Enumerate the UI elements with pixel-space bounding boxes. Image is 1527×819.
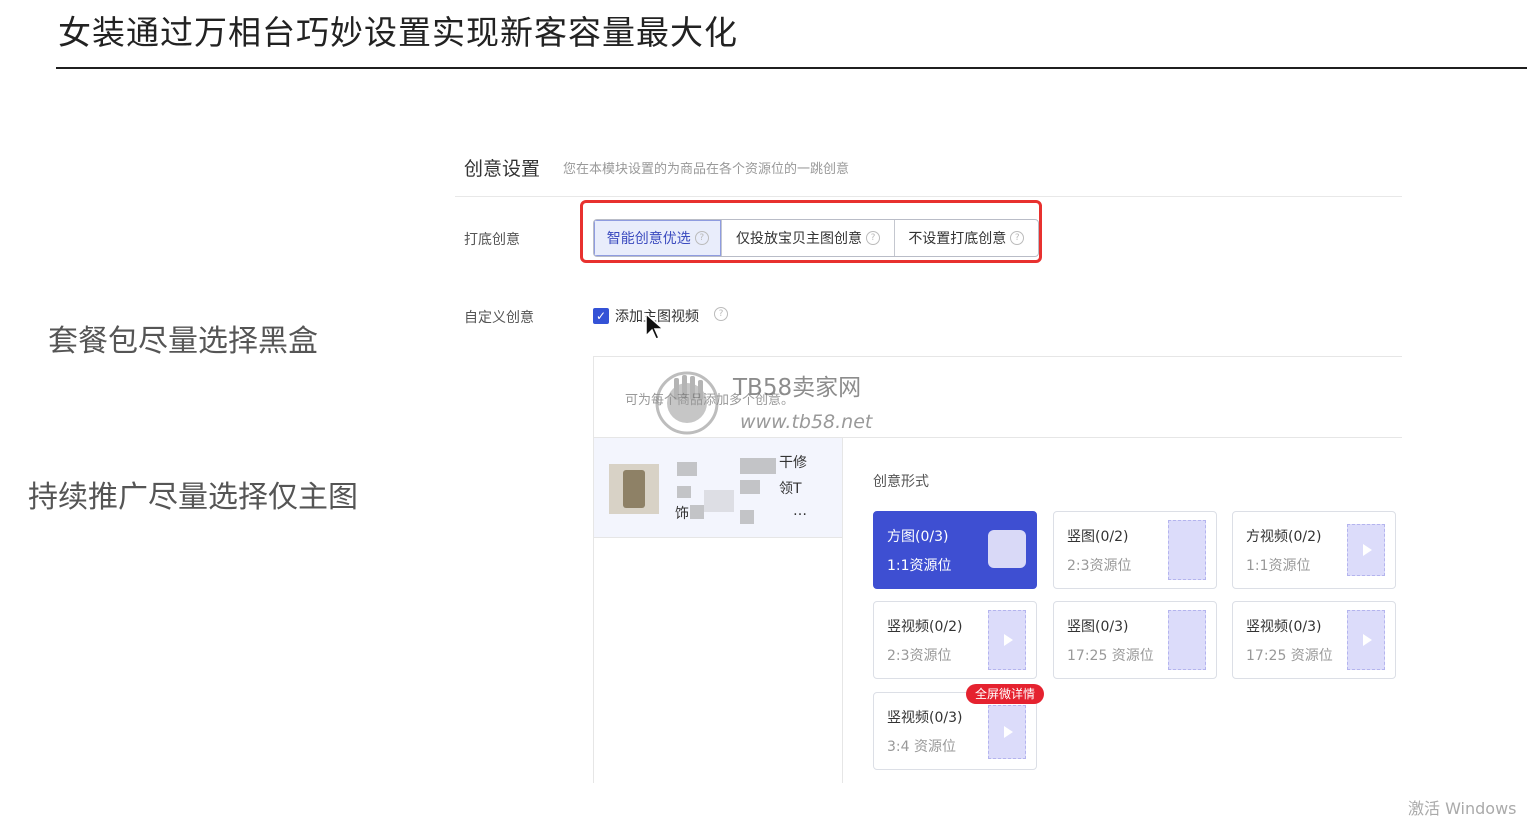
pixelated-text (677, 486, 691, 498)
card-sub: 1:1资源位 (1246, 558, 1311, 574)
section-description: 您在本模块设置的为商品在各个资源位的一跳创意 (563, 162, 850, 177)
card-portrait-video[interactable]: 竖视频(0/2) 2:3资源位 (873, 601, 1037, 679)
option-no-base[interactable]: 不设置打底创意 ? (895, 220, 1038, 256)
watermark-hand-logo (655, 371, 719, 435)
play-icon (1004, 726, 1013, 738)
product-title-fragment: … (793, 503, 807, 519)
product-title-fragment: 饰 (675, 506, 689, 522)
card-name: 竖视频(0/2) (887, 619, 963, 635)
pixelated-text (740, 458, 776, 474)
play-icon (1363, 544, 1372, 556)
help-icon[interactable]: ? (714, 307, 728, 321)
product-image (623, 470, 645, 508)
help-icon[interactable]: ? (1010, 231, 1025, 245)
pixelated-text (740, 480, 760, 494)
base-creative-segmented: 智能创意优选 ? 仅投放宝贝主图创意 ? 不设置打底创意 ? (593, 219, 1039, 257)
card-name: 竖视频(0/3) (1246, 619, 1322, 635)
mouse-cursor-icon (645, 312, 665, 340)
option-main-image-only[interactable]: 仅投放宝贝主图创意 ? (722, 220, 895, 256)
section-divider (455, 196, 1402, 197)
title-divider (56, 67, 1527, 69)
slide-title: 女装通过万相台巧妙设置实现新客容量最大化 (58, 13, 738, 52)
card-name: 竖视频(0/3) (887, 710, 963, 726)
card-sub: 2:3资源位 (887, 648, 952, 664)
card-square-image[interactable]: 方图(0/3) 1:1资源位 (873, 511, 1037, 589)
pixelated-text (677, 462, 697, 476)
portrait-preview-icon (1168, 610, 1206, 670)
card-sub: 17:25 资源位 (1067, 648, 1154, 664)
option-smart-creative[interactable]: 智能创意优选 ? (594, 220, 723, 256)
help-icon[interactable]: ? (866, 231, 881, 245)
add-video-checkbox[interactable]: ✓ (593, 308, 609, 324)
note-package: 套餐包尽量选择黑盒 (48, 324, 318, 359)
pixelated-text (690, 505, 704, 519)
custom-creative-label: 自定义创意 (464, 310, 534, 326)
card-square-video[interactable]: 方视频(0/2) 1:1资源位 (1232, 511, 1396, 589)
pixelated-text (740, 510, 754, 524)
card-portrait-image[interactable]: 竖图(0/2) 2:3资源位 (1053, 511, 1217, 589)
base-creative-label: 打底创意 (464, 232, 520, 248)
card-name: 竖图(0/3) (1067, 619, 1129, 635)
windows-activation-watermark: 激活 Windows (1408, 799, 1517, 818)
card-name: 方图(0/3) (887, 529, 949, 545)
square-preview-icon (988, 530, 1026, 568)
video-preview-icon (1347, 610, 1385, 670)
watermark-brand: TB58卖家网 (733, 375, 862, 401)
card-name: 方视频(0/2) (1246, 529, 1322, 545)
section-title: 创意设置 (464, 158, 541, 180)
card-sub: 17:25 资源位 (1246, 648, 1333, 664)
video-preview-icon (988, 705, 1026, 759)
option-label: 仅投放宝贝主图创意 (736, 231, 863, 247)
pixelated-text (704, 490, 734, 512)
product-title-fragment: 领T (779, 481, 802, 497)
option-label: 不设置打底创意 (908, 231, 1007, 247)
portrait-preview-icon (1168, 520, 1206, 580)
note-continuous: 持续推广尽量选择仅主图 (28, 480, 358, 515)
play-icon (1363, 634, 1372, 646)
video-preview-icon (1347, 524, 1385, 576)
play-icon (1004, 634, 1013, 646)
card-name: 竖图(0/2) (1067, 529, 1129, 545)
video-preview-icon (988, 610, 1026, 670)
option-label: 智能创意优选 (606, 231, 691, 247)
card-sub: 2:3资源位 (1067, 558, 1132, 574)
help-icon[interactable]: ? (694, 231, 709, 245)
watermark-url: www.tb58.net (740, 411, 873, 433)
card-sub: 3:4 资源位 (887, 739, 956, 755)
column-divider (842, 438, 843, 783)
fullscreen-detail-badge: 全屏微详情 (966, 684, 1045, 704)
creative-form-title: 创意形式 (873, 474, 929, 490)
card-portrait-image-17-25[interactable]: 竖图(0/3) 17:25 资源位 (1053, 601, 1217, 679)
product-title-fragment: 干修 (779, 455, 807, 471)
card-sub: 1:1资源位 (887, 558, 952, 574)
card-portrait-video-17-25[interactable]: 竖视频(0/3) 17:25 资源位 (1232, 601, 1396, 679)
